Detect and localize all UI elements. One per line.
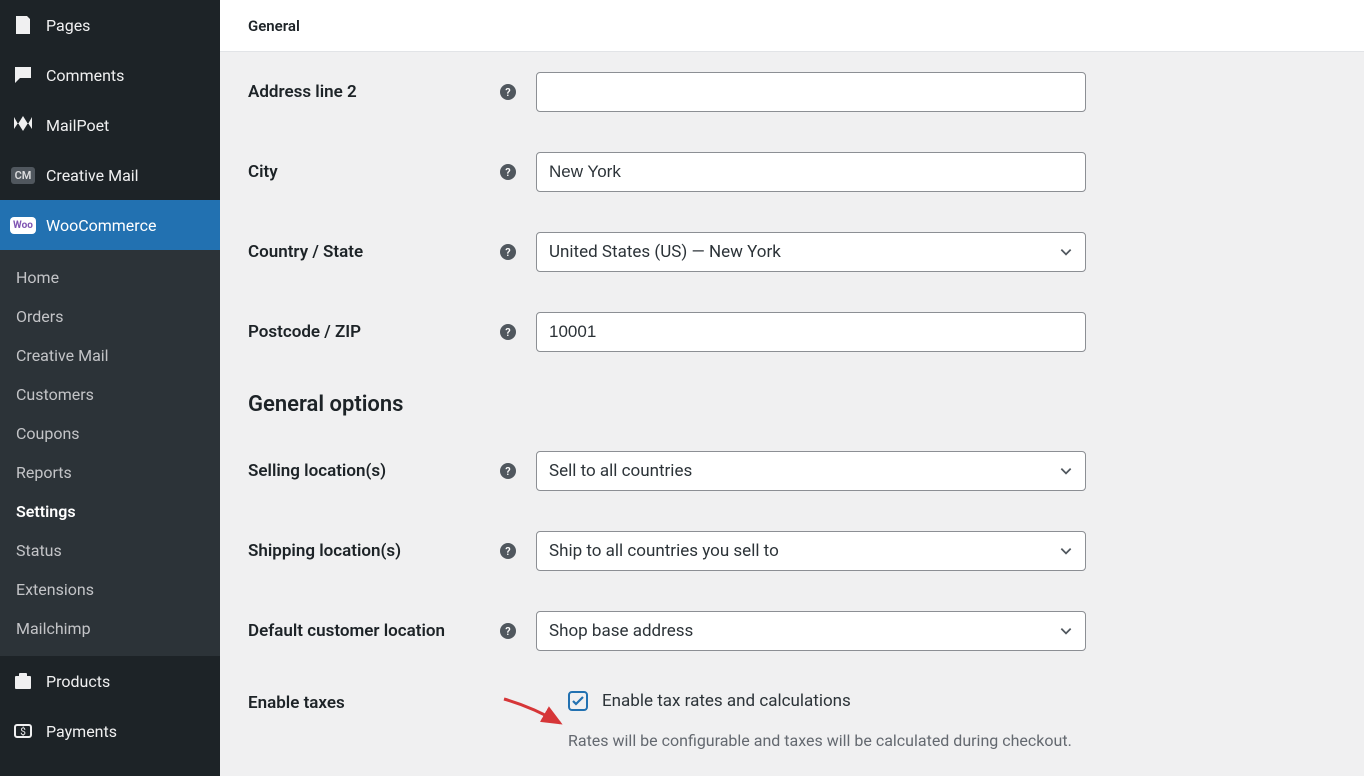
shipping-location-select[interactable]: Ship to all countries you sell to	[536, 531, 1086, 571]
check-icon	[571, 694, 585, 708]
label-postcode: Postcode / ZIP	[248, 322, 361, 342]
sidebar-item-woocommerce[interactable]: Woo WooCommerce	[0, 200, 220, 250]
settings-form: Address line 2 ? City ? Country / State …	[220, 52, 1364, 770]
help-icon[interactable]: ?	[500, 84, 516, 100]
submenu-customers[interactable]: Customers	[0, 375, 220, 414]
help-icon[interactable]: ?	[500, 244, 516, 260]
row-address2: Address line 2 ?	[248, 72, 1336, 112]
row-postcode: Postcode / ZIP ?	[248, 312, 1336, 352]
payments-icon: $	[10, 718, 36, 744]
section-general-options: General options	[248, 392, 1336, 417]
label-default-loc: Default customer location	[248, 621, 445, 641]
chevron-down-icon	[1059, 464, 1073, 478]
row-selling-location: Selling location(s) ? Sell to all countr…	[248, 451, 1336, 491]
comment-icon	[10, 62, 36, 88]
help-icon[interactable]: ?	[500, 623, 516, 639]
submenu-extensions[interactable]: Extensions	[0, 570, 220, 609]
label-address2: Address line 2	[248, 82, 357, 102]
label-shipping: Shipping location(s)	[248, 541, 401, 561]
help-icon[interactable]: ?	[500, 543, 516, 559]
postcode-input[interactable]	[536, 312, 1086, 352]
help-icon[interactable]: ?	[500, 324, 516, 340]
label-city: City	[248, 162, 278, 182]
products-icon	[10, 668, 36, 694]
sidebar-label: Creative Mail	[46, 166, 139, 185]
submenu-coupons[interactable]: Coupons	[0, 414, 220, 453]
submenu-home[interactable]: Home	[0, 258, 220, 297]
row-default-location: Default customer location ? Shop base ad…	[248, 611, 1336, 651]
sidebar-label: Payments	[46, 722, 117, 741]
help-icon[interactable]: ?	[500, 463, 516, 479]
sidebar-label: Pages	[46, 16, 90, 35]
enable-taxes-checkbox[interactable]	[568, 691, 588, 711]
chevron-down-icon	[1059, 544, 1073, 558]
help-icon[interactable]: ?	[500, 164, 516, 180]
enable-taxes-text: Enable tax rates and calculations	[602, 691, 851, 711]
label-selling: Selling location(s)	[248, 461, 386, 481]
country-select[interactable]: United States (US) — New York	[536, 232, 1086, 272]
sidebar-label: Products	[46, 672, 110, 691]
submenu-orders[interactable]: Orders	[0, 297, 220, 336]
row-country: Country / State ? United States (US) — N…	[248, 232, 1336, 272]
submenu-reports[interactable]: Reports	[0, 453, 220, 492]
sidebar-label: MailPoet	[46, 116, 109, 135]
submenu-mailchimp[interactable]: Mailchimp	[0, 609, 220, 648]
settings-tabs: General	[220, 0, 1364, 52]
svg-text:$: $	[20, 725, 26, 738]
mailpoet-icon	[10, 112, 36, 138]
chevron-down-icon	[1059, 245, 1073, 259]
sidebar-label: Comments	[46, 66, 124, 85]
admin-sidebar: Pages Comments MailPoet CM Creative Mail…	[0, 0, 220, 776]
submenu-creative-mail[interactable]: Creative Mail	[0, 336, 220, 375]
label-enable-taxes: Enable taxes	[248, 691, 568, 713]
sidebar-item-pages[interactable]: Pages	[0, 0, 220, 50]
taxes-help-text: Rates will be configurable and taxes wil…	[568, 731, 1336, 750]
sidebar-item-creative-mail[interactable]: CM Creative Mail	[0, 150, 220, 200]
sidebar-item-payments[interactable]: $ Payments	[0, 706, 220, 756]
default-location-select[interactable]: Shop base address	[536, 611, 1086, 651]
main-content: General Address line 2 ? City ? Countr	[220, 0, 1364, 776]
chevron-down-icon	[1059, 624, 1073, 638]
label-country: Country / State	[248, 242, 363, 262]
selling-location-select[interactable]: Sell to all countries	[536, 451, 1086, 491]
sidebar-label: WooCommerce	[46, 216, 156, 235]
sidebar-item-products[interactable]: Products	[0, 656, 220, 706]
row-city: City ?	[248, 152, 1336, 192]
sidebar-item-mailpoet[interactable]: MailPoet	[0, 100, 220, 150]
sidebar-item-comments[interactable]: Comments	[0, 50, 220, 100]
submenu-settings[interactable]: Settings	[0, 492, 220, 531]
submenu-status[interactable]: Status	[0, 531, 220, 570]
address2-input[interactable]	[536, 72, 1086, 112]
row-shipping-location: Shipping location(s) ? Ship to all count…	[248, 531, 1336, 571]
row-enable-taxes: Enable taxes Enable tax rates and calcul…	[248, 691, 1336, 713]
creative-mail-icon: CM	[10, 162, 36, 188]
pages-icon	[10, 12, 36, 38]
woocommerce-icon: Woo	[10, 212, 36, 238]
tab-general[interactable]: General	[248, 17, 300, 35]
city-input[interactable]	[536, 152, 1086, 192]
woocommerce-submenu: Home Orders Creative Mail Customers Coup…	[0, 250, 220, 656]
